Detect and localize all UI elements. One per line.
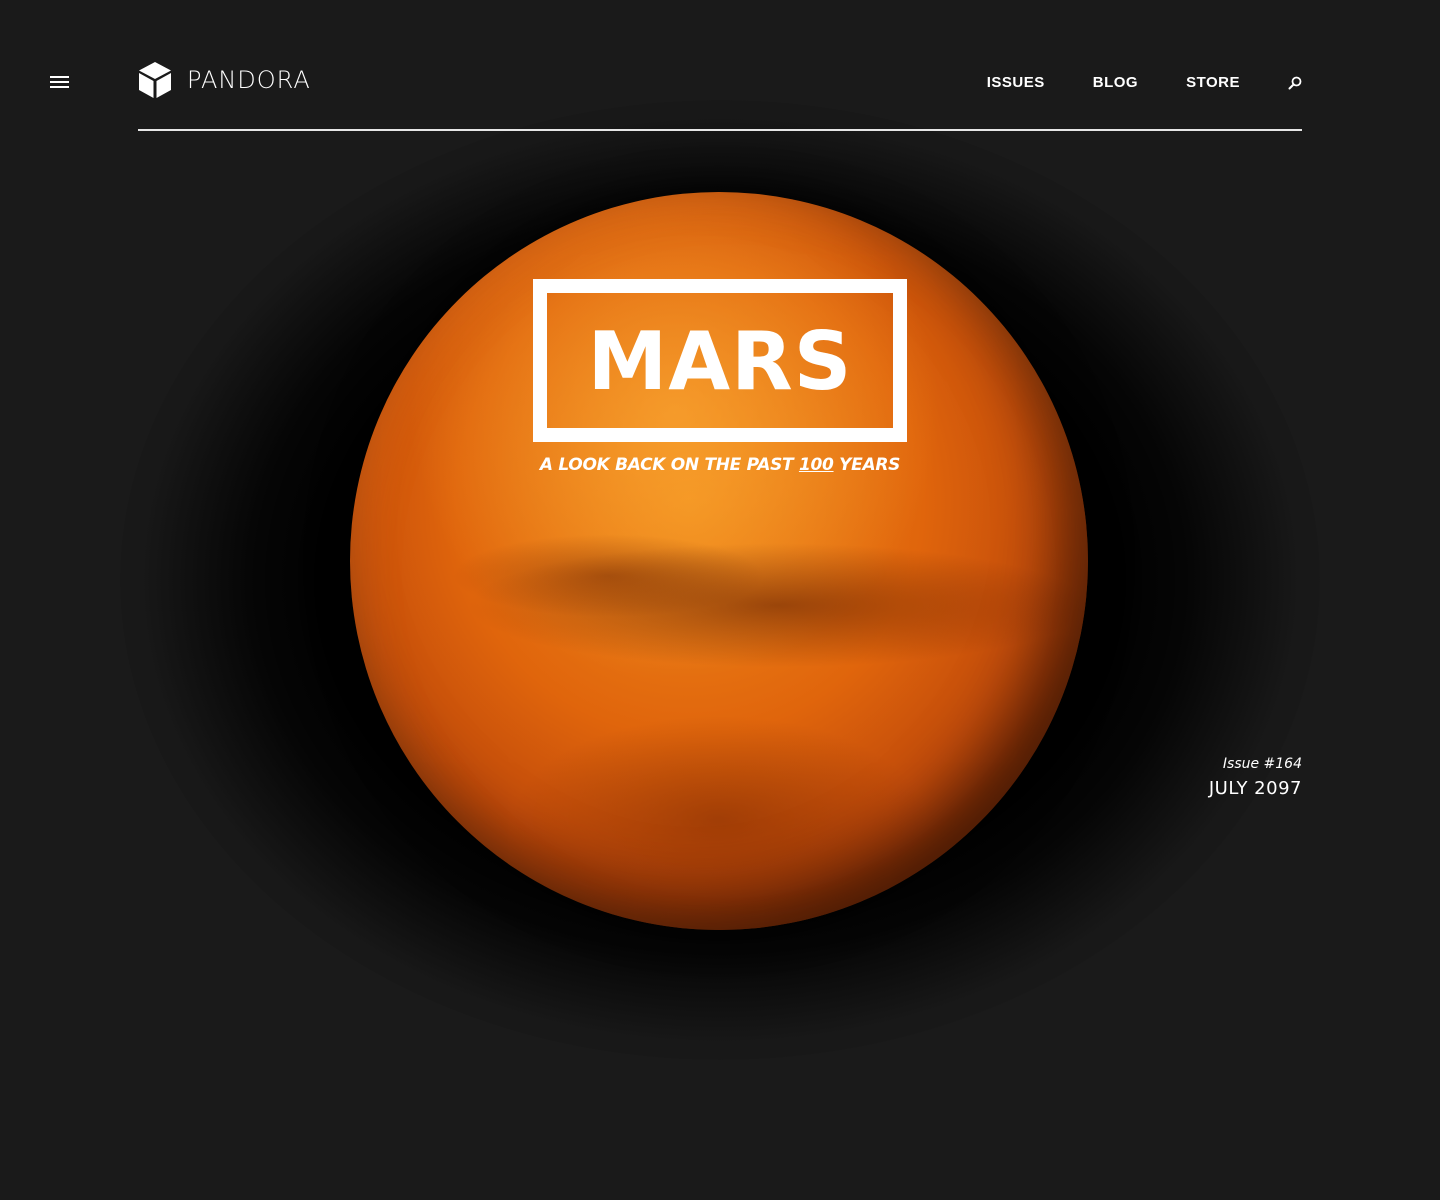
issue-number: Issue #164	[1222, 756, 1302, 772]
issue-info: Issue #164 JULY 2097	[1209, 756, 1302, 799]
search-icon[interactable]	[1288, 76, 1302, 90]
cube-icon	[139, 62, 171, 98]
subtitle-suffix: YEARS	[833, 455, 901, 475]
hamburger-menu-icon[interactable]	[50, 76, 69, 89]
hero-title-box: MARS	[533, 279, 907, 442]
subtitle-prefix: A LOOK BACK ON THE PAST	[539, 455, 799, 475]
nav-issues[interactable]: ISSUES	[987, 74, 1045, 91]
page: PANDORA ISSUES BLOG STORE MARS A LOOK BA…	[0, 0, 1440, 1200]
nav-store[interactable]: STORE	[1186, 74, 1240, 91]
hero-title: MARS	[587, 314, 853, 408]
logo-text: PANDORA	[187, 66, 311, 94]
header-divider	[138, 129, 1302, 131]
nav-blog[interactable]: BLOG	[1093, 74, 1138, 91]
hero-subtitle: A LOOK BACK ON THE PAST 100 YEARS	[533, 455, 907, 475]
issue-date: JULY 2097	[1208, 778, 1302, 799]
subtitle-number: 100	[798, 455, 834, 475]
logo[interactable]: PANDORA	[138, 61, 311, 99]
main-nav: ISSUES BLOG STORE	[939, 74, 1302, 91]
